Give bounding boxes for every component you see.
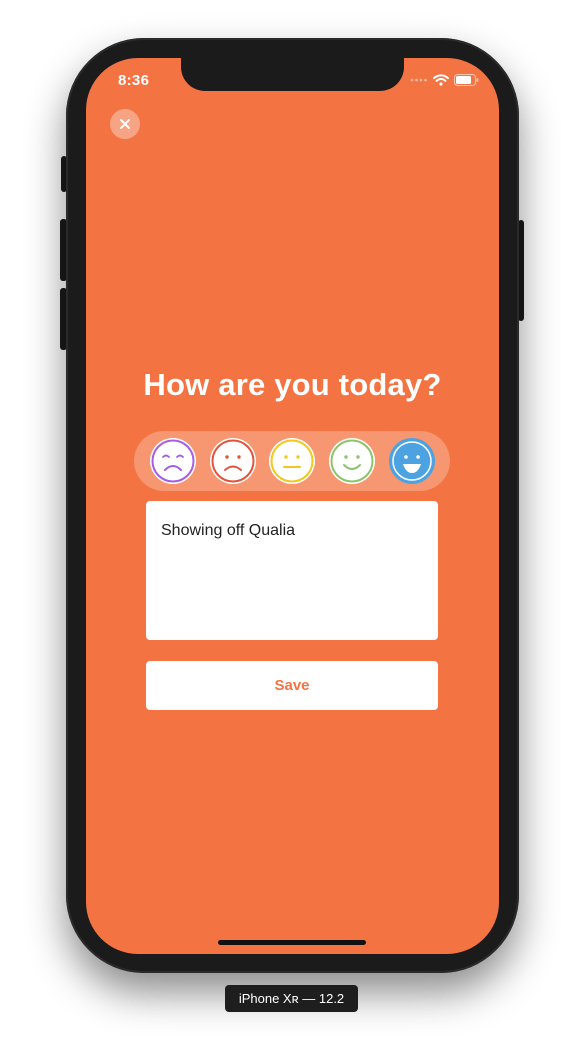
note-text: Showing off Qualia bbox=[161, 522, 296, 539]
page-title: How are you today? bbox=[143, 367, 442, 402]
save-button[interactable]: Save bbox=[146, 661, 438, 710]
mood-option-sad[interactable] bbox=[210, 438, 256, 484]
signal-icon bbox=[410, 78, 427, 82]
very-sad-face-icon bbox=[151, 439, 195, 483]
note-textarea[interactable]: Showing off Qualia bbox=[146, 501, 438, 640]
mood-option-neutral[interactable] bbox=[269, 438, 315, 484]
home-indicator bbox=[218, 940, 366, 945]
app-screen: 8:36 How are you today? Showing off Qual… bbox=[86, 58, 499, 954]
very-happy-face-icon bbox=[391, 440, 433, 482]
close-button[interactable] bbox=[110, 109, 140, 139]
close-icon bbox=[120, 119, 130, 129]
mood-option-very-happy[interactable] bbox=[389, 438, 435, 484]
battery-icon bbox=[454, 74, 479, 86]
notch bbox=[181, 58, 404, 91]
happy-face-icon bbox=[330, 439, 374, 483]
sad-face-icon bbox=[211, 439, 255, 483]
simulator-device-label: iPhone Xʀ — 12.2 bbox=[225, 985, 358, 1012]
mood-option-happy[interactable] bbox=[329, 438, 375, 484]
simulator-stage: 8:36 How are you today? Showing off Qual… bbox=[0, 0, 584, 1048]
mood-option-very-sad[interactable] bbox=[150, 438, 196, 484]
status-time: 8:36 bbox=[118, 72, 150, 89]
status-icons bbox=[410, 74, 479, 86]
mood-selector bbox=[134, 431, 450, 491]
neutral-face-icon bbox=[270, 439, 314, 483]
wifi-icon bbox=[433, 74, 449, 86]
